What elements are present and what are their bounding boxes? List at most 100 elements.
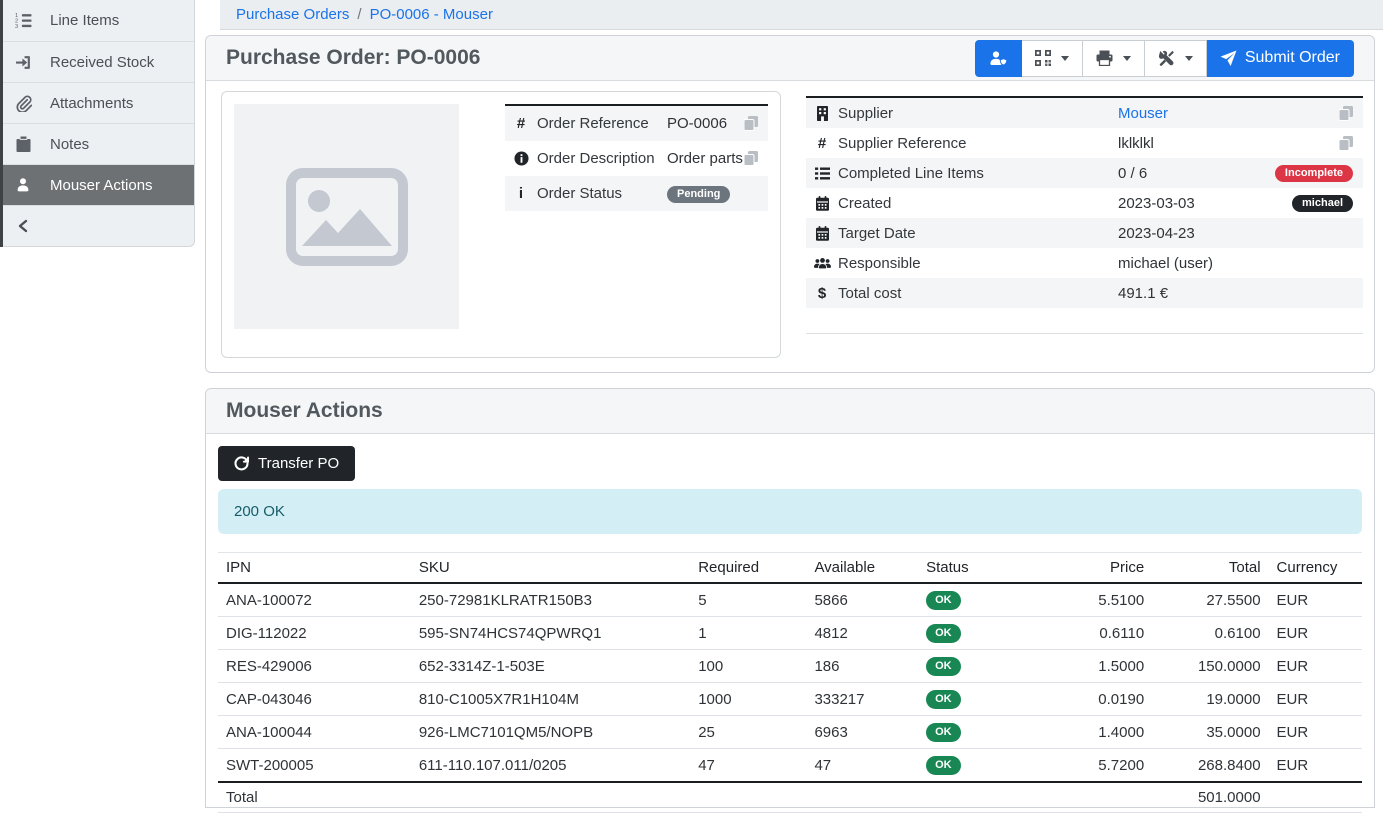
detail-row-order-status: i Order Status Pending xyxy=(505,176,768,211)
calendar-icon xyxy=(806,226,838,241)
detail-row-total-cost: $ Total cost 491.1 € xyxy=(806,278,1363,308)
page-title: Purchase Order: PO-0006 xyxy=(226,46,480,70)
sign-in-icon xyxy=(13,54,33,71)
caret-down-icon xyxy=(1123,56,1131,61)
purchase-order-panel-header: Purchase Order: PO-0006 xyxy=(206,36,1374,81)
detail-row-responsible: Responsible michael (user) xyxy=(806,248,1363,278)
total-value: 501.0000 xyxy=(1152,782,1268,813)
mouser-actions-panel: Mouser Actions Transfer PO 200 OK IPN SK… xyxy=(205,388,1375,808)
refresh-icon xyxy=(234,456,249,471)
clipboard-icon xyxy=(13,136,33,152)
info-icon: i xyxy=(505,185,537,202)
mouser-items-table: IPN SKU Required Available Status Price … xyxy=(218,552,1362,813)
calendar-icon xyxy=(806,196,838,211)
printer-icon xyxy=(1096,50,1113,66)
order-actions-menu-button[interactable] xyxy=(1145,40,1207,77)
sidebar-item-line-items[interactable]: 123 Line Items xyxy=(0,0,194,41)
sidebar-collapse-button[interactable] xyxy=(0,205,194,246)
submit-order-button[interactable]: Submit Order xyxy=(1207,40,1354,77)
detail-row-order-reference: # Order Reference PO-0006 xyxy=(505,106,768,141)
copy-icon[interactable] xyxy=(1339,106,1353,121)
chevron-left-icon xyxy=(13,219,33,233)
info-circle-icon xyxy=(505,151,537,166)
paperclip-icon xyxy=(13,95,33,112)
col-status: Status xyxy=(918,553,1042,584)
dollar-icon: $ xyxy=(806,285,838,302)
ok-badge: OK xyxy=(926,624,961,643)
building-icon xyxy=(806,106,838,121)
detail-row-empty xyxy=(806,308,1363,334)
hash-icon: # xyxy=(806,135,838,152)
status-badge: Pending xyxy=(667,186,730,203)
table-header-row: IPN SKU Required Available Status Price … xyxy=(218,553,1362,584)
breadcrumb-link-purchase-orders[interactable]: Purchase Orders xyxy=(236,6,349,23)
toolbar: Submit Order xyxy=(975,40,1354,77)
col-available: Available xyxy=(806,553,918,584)
order-details-table: # Order Reference PO-0006 Order Descript… xyxy=(505,104,768,345)
transfer-po-button[interactable]: Transfer PO xyxy=(218,446,355,481)
ok-badge: OK xyxy=(926,591,961,610)
caret-down-icon xyxy=(1185,56,1193,61)
qrcode-icon xyxy=(1035,50,1051,66)
col-required: Required xyxy=(690,553,806,584)
mouser-actions-panel-header: Mouser Actions xyxy=(206,389,1374,434)
col-price: Price xyxy=(1042,553,1152,584)
created-by-badge: michael xyxy=(1292,195,1353,212)
paper-plane-icon xyxy=(1220,50,1237,67)
table-row: ANA-100044 926-LMC7101QM5/NOPB 25 6963 O… xyxy=(218,716,1362,749)
sidebar-left-edge xyxy=(0,0,3,247)
order-summary-card: # Order Reference PO-0006 Order Descript… xyxy=(221,91,781,358)
table-row: ANA-100072 250-72981KLRATR150B3 5 5866 O… xyxy=(218,583,1362,617)
copy-icon[interactable] xyxy=(744,116,758,131)
detail-row-created: Created 2023-03-03 michael xyxy=(806,188,1363,218)
order-image-placeholder[interactable] xyxy=(234,104,459,329)
tools-icon xyxy=(1158,50,1175,67)
print-menu-button[interactable] xyxy=(1083,40,1145,77)
mouser-actions-body: Transfer PO 200 OK IPN SKU Required Avai… xyxy=(206,434,1374,825)
mouser-actions-title: Mouser Actions xyxy=(226,399,383,423)
breadcrumb-separator: / xyxy=(357,6,361,23)
image-placeholder-icon xyxy=(286,168,408,266)
sidebar-item-label: Line Items xyxy=(50,12,119,29)
ok-badge: OK xyxy=(926,690,961,709)
ok-badge: OK xyxy=(926,723,961,742)
purchase-order-panel: Purchase Order: PO-0006 xyxy=(205,35,1375,373)
users-icon xyxy=(806,257,838,270)
hash-icon: # xyxy=(505,115,537,132)
ok-badge: OK xyxy=(926,756,961,775)
supplier-link[interactable]: Mouser xyxy=(1118,105,1168,122)
sidebar-item-label: Received Stock xyxy=(50,54,154,71)
tasks-icon xyxy=(806,167,838,180)
user-admin-button[interactable] xyxy=(975,40,1022,77)
user-icon xyxy=(13,177,33,193)
supplier-details-table: Supplier Mouser # Supplier Reference lkl… xyxy=(806,96,1363,334)
svg-text:3: 3 xyxy=(15,24,18,29)
user-shield-icon xyxy=(989,50,1008,67)
table-row: RES-429006 652-3314Z-1-503E 100 186 OK 1… xyxy=(218,650,1362,683)
copy-icon[interactable] xyxy=(1339,136,1353,151)
sidebar-item-label: Mouser Actions xyxy=(50,177,153,194)
detail-row-order-description: Order Description Order parts xyxy=(505,141,768,176)
barcode-menu-button[interactable] xyxy=(1022,40,1083,77)
detail-row-supplier-reference: # Supplier Reference lklklkl xyxy=(806,128,1363,158)
table-row: DIG-112022 595-SN74HCS74QPWRQ1 1 4812 OK… xyxy=(218,617,1362,650)
breadcrumb-link-current[interactable]: PO-0006 - Mouser xyxy=(370,6,493,23)
sidebar-item-received-stock[interactable]: Received Stock xyxy=(0,41,194,82)
sidebar-item-label: Notes xyxy=(50,136,89,153)
col-sku: SKU xyxy=(411,553,690,584)
copy-icon[interactable] xyxy=(744,151,758,166)
table-total-row: Total 501.0000 xyxy=(218,782,1362,813)
sidebar-item-mouser-actions[interactable]: Mouser Actions xyxy=(0,164,194,205)
submit-order-label: Submit Order xyxy=(1245,49,1340,67)
detail-row-supplier: Supplier Mouser xyxy=(806,98,1363,128)
incomplete-badge: Incomplete xyxy=(1275,165,1353,182)
detail-row-completed-line-items: Completed Line Items 0 / 6 Incomplete xyxy=(806,158,1363,188)
ok-badge: OK xyxy=(926,657,961,676)
col-ipn: IPN xyxy=(218,553,411,584)
sidebar-item-notes[interactable]: Notes xyxy=(0,123,194,164)
sidebar-item-attachments[interactable]: Attachments xyxy=(0,82,194,123)
table-row: SWT-200005 611-110.107.011/0205 47 47 OK… xyxy=(218,749,1362,783)
total-label: Total xyxy=(218,782,411,813)
detail-row-target-date: Target Date 2023-04-23 xyxy=(806,218,1363,248)
table-row: CAP-043046 810-C1005X7R1H104M 1000 33321… xyxy=(218,683,1362,716)
